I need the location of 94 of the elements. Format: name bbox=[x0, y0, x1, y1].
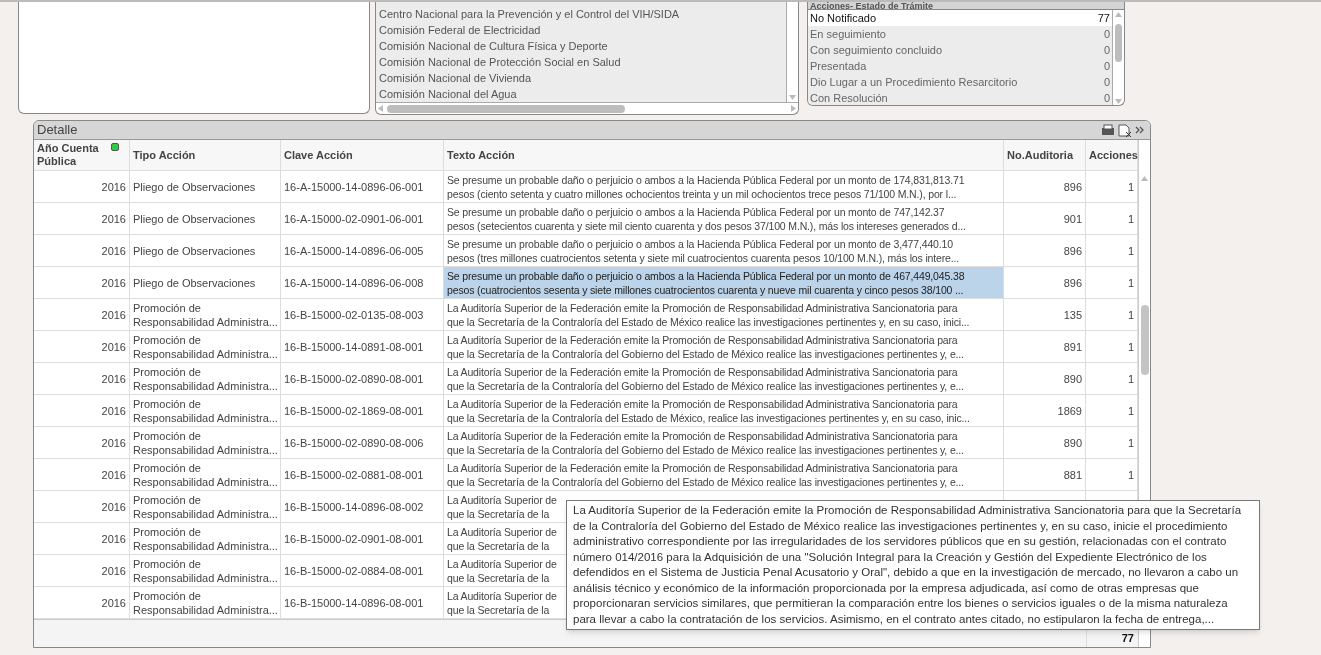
table-cell: Pliego de Observaciones bbox=[130, 267, 281, 299]
scrollbar-thumb[interactable] bbox=[387, 104, 625, 113]
printer-icon[interactable] bbox=[1101, 124, 1115, 136]
table-cell: 891 bbox=[1004, 331, 1086, 363]
table-cell: Promoción de Responsabilidad Administra... bbox=[130, 587, 281, 619]
table-cell: 2016 bbox=[34, 587, 130, 619]
table-cell: 16-A-15000-14-0896-06-005 bbox=[281, 235, 444, 267]
list-item[interactable]: En seguimiento 0 bbox=[808, 26, 1112, 42]
table-cell: 16-A-15000-14-0896-06-001 bbox=[281, 171, 444, 203]
table-cell: La Auditoría Superior de la Federación emite la Promoción de Responsabilidad Administrativa Sancionatoria para que la Secretaría de la Contraloría del Gobierno del Estado de México realice las investigaciones pertinentes y, e... bbox=[444, 459, 1004, 491]
double-chevron-icon[interactable] bbox=[1135, 126, 1145, 134]
table-cell: 16-B-15000-02-0881-08-001 bbox=[281, 459, 444, 491]
table-cell: 16-B-15000-14-0896-08-002 bbox=[281, 491, 444, 523]
table-cell: Pliego de Observaciones bbox=[130, 235, 281, 267]
table-cell: Se presume un probable daño o perjuicio o ambos a la Hacienda Pública Federal por un monto de 174,831,813.71 pesos (ciento setenta y cuatro millones ochocientos treinta y un mil ochocientos trece pesos 71/100 M.N.), por l... bbox=[444, 171, 1004, 203]
table-cell: 16-B-15000-02-1869-08-001 bbox=[281, 395, 444, 427]
table-cell: 2016 bbox=[34, 491, 130, 523]
table-cell: 901 bbox=[1004, 203, 1086, 235]
list-item[interactable]: Comisión Nacional de Protección Social en Salud bbox=[376, 54, 786, 70]
scrollbar-thumb[interactable] bbox=[1115, 24, 1122, 62]
list-item[interactable]: Centro Nacional para la Prevención y el Control del VIH/SIDA bbox=[376, 6, 786, 22]
table-cell: 2016 bbox=[34, 171, 130, 203]
list-item[interactable]: Con seguimiento concluido 0 bbox=[808, 42, 1112, 58]
sort-indicator-icon[interactable] bbox=[111, 143, 119, 151]
table-cell: 2016 bbox=[34, 555, 130, 587]
table-cell: 16-B-15000-14-0891-08-001 bbox=[281, 331, 444, 363]
column-header[interactable]: Año Cuenta Pública bbox=[34, 140, 130, 171]
table-cell: Promoción de Responsabilidad Administra... bbox=[130, 395, 281, 427]
list-item[interactable]: Comisión Nacional del Agua bbox=[376, 86, 786, 102]
table-cell: La Auditoría Superior de la Federación emite la Promoción de Responsabilidad Administrativa Sancionatoria para que la Secretaría de la Contraloría del Estado de México, realice las investigaciones pertinentes y, en su caso, inic... bbox=[444, 395, 1004, 427]
scrollbar-thumb[interactable] bbox=[1140, 305, 1149, 375]
table-cell: Pliego de Observaciones bbox=[130, 203, 281, 235]
table-cell: La Auditoría Superior de la Federación emite la Promoción de Responsabilidad Administrativa Sancionatoria para que la Secretaría de la Contraloría del Gobierno del Estado de México realice las investigaciones pertinentes y, e... bbox=[444, 331, 1004, 363]
table-cell: 2016 bbox=[34, 299, 130, 331]
scroll-left-icon[interactable] bbox=[378, 105, 383, 112]
table-cell: La Auditoría Superior de la Federación emite la Promoción de Responsabilidad Administrativa Sancionatoria para que la Secretaría de la Contraloría del Gobierno del Estado de México realice las investigaciones pertinentes y, e... bbox=[444, 363, 1004, 395]
list-title: Acciones- Estado de Trámite bbox=[809, 2, 935, 10]
table-cell: Promoción de Responsabilidad Administra... bbox=[130, 491, 281, 523]
scroll-down-icon[interactable] bbox=[1115, 99, 1122, 104]
panel-title: Detalle bbox=[37, 121, 78, 140]
scroll-up-icon[interactable] bbox=[1115, 12, 1122, 17]
vertical-scrollbar[interactable] bbox=[786, 2, 798, 102]
table-cell: 2016 bbox=[34, 459, 130, 491]
vertical-scrollbar[interactable] bbox=[1112, 10, 1124, 105]
table-cell: 16-B-15000-14-0896-08-001 bbox=[281, 587, 444, 619]
table-cell: Pliego de Observaciones bbox=[130, 171, 281, 203]
table-cell: 16-B-15000-02-0890-08-001 bbox=[281, 363, 444, 395]
table-cell: Promoción de Responsabilidad Administra... bbox=[130, 523, 281, 555]
table-cell: 896 bbox=[1004, 267, 1086, 299]
table-cell: Se presume un probable daño o perjuicio o ambos a la Hacienda Pública Federal por un monto de 467,449,045.38 pesos (cuatrocientos sesenta y siete millones cuatrocientos cuarenta y nueve mil cuarenta y cinco pesos 38/100 ... bbox=[444, 267, 1004, 299]
table-cell: 896 bbox=[1004, 171, 1086, 203]
table-cell: Se presume un probable daño o perjuicio o ambos a la Hacienda Pública Federal por un monto de 3,477,440.10 pesos (tres millones cuatrocientos setenta y siete mil cuatrocientos cuarenta pesos 10/100 M.N.), más los intere... bbox=[444, 235, 1004, 267]
list-item[interactable]: Comisión Nacional de Cultura Física y Deporte bbox=[376, 38, 786, 54]
tooltip: La Auditoría Superior de la Federación emite la Promoción de Responsabilidad Administrativa Sancionatoria para que la Secretaría de la Contraloría del Gobierno del Estado de México realice las investigaciones pertinentes y, en su caso, inicie el procedimiento administrativo correspondiente por las irregularidades de los servidores públicos que en su gestión, relacionadas con el contrato número 014/2016 para la Adquisición de una "Solución Integral para la Creación y Gestión del Expediente Electrónico de los defendidos en el Sistema de Justicia Penal Acusatorio y Oral", debido a que en la investigación de mercado, no llevaron a cabo un análisis técnico y económico de la información proporcionada por la empresa adjudicada, así como de otras empresas que proporcionaran servicios similares, que permitieran la comparación entre los bienes o servicios iguales o de la misma naturaleza para llevar a cabo la contratación de los servicios. Asimismo, en el contrato antes citado, no estipularon la fecha de entrega,... bbox=[566, 500, 1260, 630]
table-cell: La Auditoría Superior de la Federación emite la Promoción de Responsabilidad Administrativa Sancionatoria para que la Secretaría de la Contraloría del Estado de México realice las investigaciones pertinentes y, en su caso, inici... bbox=[444, 299, 1004, 331]
column-header[interactable]: No.Auditoria bbox=[1004, 140, 1086, 171]
table-cell: Promoción de Responsabilidad Administra... bbox=[130, 427, 281, 459]
table-cell: Promoción de Responsabilidad Administra... bbox=[130, 363, 281, 395]
table-cell: 16-B-15000-02-0135-08-003 bbox=[281, 299, 444, 331]
table-cell: 16-A-15000-02-0901-06-001 bbox=[281, 203, 444, 235]
scroll-right-icon[interactable] bbox=[791, 105, 796, 112]
table-cell: Promoción de Responsabilidad Administra... bbox=[130, 555, 281, 587]
table-cell: 881 bbox=[1004, 459, 1086, 491]
table-cell: Promoción de Responsabilidad Administra... bbox=[130, 331, 281, 363]
list-item[interactable]: Comisión Nacional de Vivienda bbox=[376, 70, 786, 86]
table-cell: 890 bbox=[1004, 427, 1086, 459]
scroll-up-icon[interactable] bbox=[1141, 176, 1148, 181]
table-cell: 896 bbox=[1004, 235, 1086, 267]
column-header[interactable]: Clave Acción bbox=[281, 140, 444, 171]
table-cell: La Auditoría Superior de la Federación emite la Promoción de Responsabilidad Administrativa Sancionatoria para que la Secretaría de la Contraloría del Gobierno del Estado de México realice las investigaciones pertinentes y, e... bbox=[444, 427, 1004, 459]
table-cell: 2016 bbox=[34, 235, 130, 267]
table-cell: 16-B-15000-02-0901-08-001 bbox=[281, 523, 444, 555]
list-item[interactable]: Con Resolución 0 bbox=[808, 90, 1112, 105]
column-header[interactable]: Texto Acción bbox=[444, 140, 1004, 171]
table-cell: 16-B-15000-02-0884-08-001 bbox=[281, 555, 444, 587]
table-cell: 2016 bbox=[34, 427, 130, 459]
list-item[interactable]: Dio Lugar a un Procedimiento Resarcitorio 0 bbox=[808, 74, 1112, 90]
scroll-down-icon[interactable] bbox=[789, 95, 796, 100]
table-cell: Promoción de Responsabilidad Administra... bbox=[130, 459, 281, 491]
table-cell: 16-B-15000-02-0890-08-006 bbox=[281, 427, 444, 459]
table-cell: 2016 bbox=[34, 331, 130, 363]
table-cell: 890 bbox=[1004, 363, 1086, 395]
table-cell: 2016 bbox=[34, 523, 130, 555]
table-cell: Se presume un probable daño o perjuicio o ambos a la Hacienda Pública Federal por un monto de 747,142.37 pesos (setecientos cuarenta y siete mil ciento cuarenta y dos pesos 37/100 M.N.), más los intereses generados d... bbox=[444, 203, 1004, 235]
horizontal-scrollbar[interactable] bbox=[376, 102, 798, 114]
list-item[interactable]: Comisión Federal de Electricidad bbox=[376, 22, 786, 38]
table-cell: 2016 bbox=[34, 267, 130, 299]
table-cell: Promoción de Responsabilidad Administra... bbox=[130, 299, 281, 331]
column-header[interactable]: Tipo Acción bbox=[130, 140, 281, 171]
table-cell: 2016 bbox=[34, 363, 130, 395]
table-cell: 1869 bbox=[1004, 395, 1086, 427]
table-cell: 2016 bbox=[34, 395, 130, 427]
table-cell: 2016 bbox=[34, 203, 130, 235]
table-cell: 135 bbox=[1004, 299, 1086, 331]
